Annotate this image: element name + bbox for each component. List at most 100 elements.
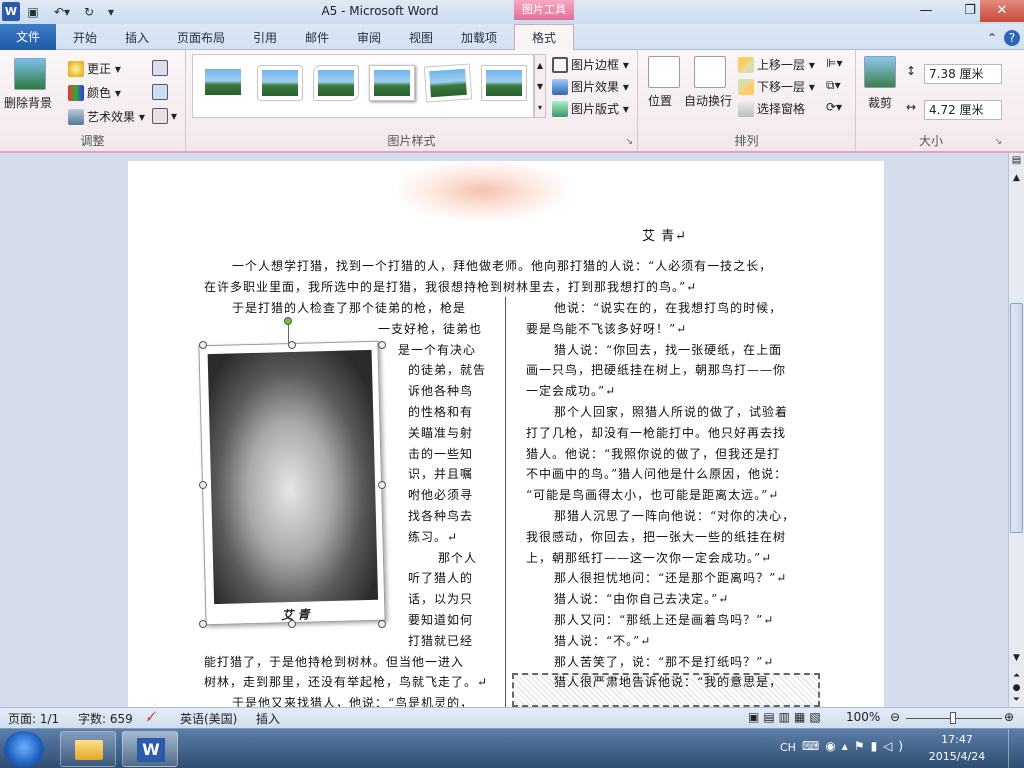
picture-effects-button[interactable]: 图片效果 ▾ xyxy=(552,78,629,95)
insert-mode[interactable]: 插入 xyxy=(256,710,280,727)
tab-mailings[interactable]: 邮件 xyxy=(294,28,340,50)
status-bar: 页面: 1/1 字数: 659 ✓̸ 英语(美国) 插入 ▣▤▥▦▧ 100% … xyxy=(0,707,1024,728)
tab-view[interactable]: 视图 xyxy=(398,28,444,50)
send-backward-button[interactable]: 下移一层 ▾ xyxy=(738,78,815,95)
tab-review[interactable]: 审阅 xyxy=(346,28,392,50)
selection-pane-label: 选择窗格 xyxy=(757,102,806,116)
column-divider xyxy=(505,297,506,707)
scroll-up-icon[interactable]: ▲ xyxy=(1010,173,1023,187)
system-tray: CH ⌨◉▴⚑▮◁) 17:47 2015/4/24 xyxy=(754,729,1024,768)
picture-effects-icon xyxy=(552,78,568,95)
folder-icon xyxy=(75,740,103,760)
remove-background-button[interactable]: 删除背景 xyxy=(4,94,52,111)
tab-references[interactable]: 引用 xyxy=(242,28,288,50)
resize-handle[interactable] xyxy=(378,481,386,489)
style-thumb[interactable] xyxy=(313,65,359,101)
right-column-line: 那人又问：“那纸上还是画着鸟吗？”↵ xyxy=(554,613,775,627)
wrap-text-button[interactable]: 自动换行 xyxy=(684,92,732,109)
proofing-icon[interactable]: ✓̸ xyxy=(146,710,156,724)
wrap-text-icon xyxy=(694,56,726,88)
left-column-line: 于是他又来找猎人，他说：“鸟是机灵的， xyxy=(232,696,474,707)
zoom-level[interactable]: 100% xyxy=(846,710,880,724)
style-thumb[interactable] xyxy=(481,65,527,101)
height-input[interactable]: 7.38 厘米 xyxy=(924,64,1002,84)
previous-page-icon[interactable]: ⏶ xyxy=(1010,671,1023,683)
left-column-line: 击的一些知 xyxy=(408,446,474,461)
style-thumb[interactable] xyxy=(423,63,473,103)
color-button[interactable]: 颜色 ▾ xyxy=(68,84,121,101)
rotate-icon[interactable]: ⟳▾ xyxy=(826,100,842,114)
gallery-scroll[interactable]: ▲ ▼ ▾ xyxy=(534,54,546,118)
ruler-toggle-icon[interactable]: ▤ xyxy=(1010,155,1023,169)
author-portrait[interactable]: 艾 青 xyxy=(198,340,386,626)
zoom-out-icon[interactable]: ⊖ xyxy=(890,710,900,724)
view-buttons[interactable]: ▣▤▥▦▧ xyxy=(748,710,825,724)
clock-time[interactable]: 17:47 xyxy=(926,733,988,746)
close-button[interactable]: ✕ xyxy=(980,0,1024,22)
tab-file[interactable]: 文件 xyxy=(0,24,56,50)
right-column-line: 我很感动，你回去，把一张大一些的纸挂在树 xyxy=(526,529,787,544)
crop-button[interactable]: 裁剪 xyxy=(868,94,892,111)
zoom-thumb[interactable] xyxy=(950,712,956,724)
group-icon[interactable]: ⧉▾ xyxy=(826,78,841,93)
right-column-line: 打了几枪，却没有一枪能打中。他只好再去找 xyxy=(526,425,787,440)
corrections-button[interactable]: 更正 ▾ xyxy=(68,60,121,77)
compress-pictures-icon[interactable] xyxy=(152,60,171,76)
tray-icons[interactable]: ⌨◉▴⚑▮◁) xyxy=(802,739,909,753)
tab-addins[interactable]: 加载项 xyxy=(452,28,506,50)
change-picture-icon[interactable] xyxy=(152,84,171,100)
align-icon[interactable]: ⊫▾ xyxy=(826,56,842,70)
explorer-taskbar-icon[interactable] xyxy=(60,731,116,767)
picture-border-button[interactable]: 图片边框 ▾ xyxy=(552,56,629,73)
picture-layout-button[interactable]: 图片版式 ▾ xyxy=(552,100,629,117)
left-column-line: 打猎就已经 xyxy=(408,633,474,648)
browse-object-icon[interactable]: ● xyxy=(1010,683,1023,695)
zoom-in-icon[interactable]: ⊕ xyxy=(1004,710,1014,724)
selection-pane-button[interactable]: 选择窗格 xyxy=(738,100,805,117)
minimize-button[interactable]: — xyxy=(904,0,948,22)
right-column-line: 猎人很严肃地告诉他说：“我的意思是， xyxy=(554,675,783,690)
tab-insert[interactable]: 插入 xyxy=(114,28,160,50)
style-thumb[interactable] xyxy=(369,65,415,101)
scroll-thumb[interactable] xyxy=(1010,303,1023,533)
clock-date[interactable]: 2015/4/24 xyxy=(926,750,988,763)
picture-styles-group-label: 图片样式 xyxy=(387,134,436,148)
tab-home[interactable]: 开始 xyxy=(62,28,108,50)
page-count[interactable]: 页面: 1/1 xyxy=(8,710,59,727)
ribbon: 删除背景 更正 ▾ 颜色 ▾ 艺术效果 ▾ ▾ 调整 ▲ ▼ ▾ 图片边框 ▾ 图片… xyxy=(0,50,1024,153)
show-desktop-button[interactable] xyxy=(1008,729,1022,768)
tab-format[interactable]: 格式 xyxy=(514,24,574,51)
resize-handle[interactable] xyxy=(199,620,207,628)
start-button[interactable] xyxy=(4,731,44,767)
style-thumb[interactable] xyxy=(201,65,247,101)
artistic-effects-button[interactable]: 艺术效果 ▾ xyxy=(68,108,145,125)
style-thumb[interactable] xyxy=(257,65,303,101)
resize-handle[interactable] xyxy=(288,620,296,628)
word-count[interactable]: 字数: 659 xyxy=(78,710,133,727)
author-heading: 艾 青↵ xyxy=(642,229,688,244)
reset-picture-icon[interactable]: ▾ xyxy=(152,108,177,124)
resize-handle[interactable] xyxy=(378,620,386,628)
left-column-line: 话，以为只 xyxy=(408,592,474,607)
tab-page-layout[interactable]: 页面布局 xyxy=(170,28,232,50)
dialog-launcher-icon[interactable]: ↘ xyxy=(994,137,1002,147)
arrange-group-label: 排列 xyxy=(734,134,759,148)
resize-handle[interactable] xyxy=(378,341,386,349)
width-input[interactable]: 4.72 厘米 xyxy=(924,100,1002,120)
rotate-handle[interactable] xyxy=(284,317,292,325)
resize-handle[interactable] xyxy=(288,341,296,349)
word-taskbar-icon[interactable]: W xyxy=(122,731,178,767)
input-method[interactable]: CH xyxy=(780,741,796,754)
dialog-launcher-icon[interactable]: ↘ xyxy=(625,137,633,147)
vertical-scrollbar[interactable]: ▤ ▲ ▼ ⏶ ● ⏷ xyxy=(1008,153,1024,707)
next-page-icon[interactable]: ⏷ xyxy=(1010,695,1023,707)
minimize-ribbon-icon[interactable]: ⌃ xyxy=(984,28,1000,50)
scroll-down-icon[interactable]: ▼ xyxy=(1010,653,1023,667)
bring-forward-button[interactable]: 上移一层 ▾ xyxy=(738,56,815,73)
resize-handle[interactable] xyxy=(199,481,207,489)
language[interactable]: 英语(美国) xyxy=(180,710,237,727)
document-page[interactable]: 艾 青↵ 一个人想学打猎，找到一个打猎的人，拜他做老师。他向那打猎的人说：“人必… xyxy=(128,161,884,707)
position-button[interactable]: 位置 xyxy=(648,92,672,109)
resize-handle[interactable] xyxy=(199,341,207,349)
help-icon[interactable]: ? xyxy=(1004,30,1020,46)
